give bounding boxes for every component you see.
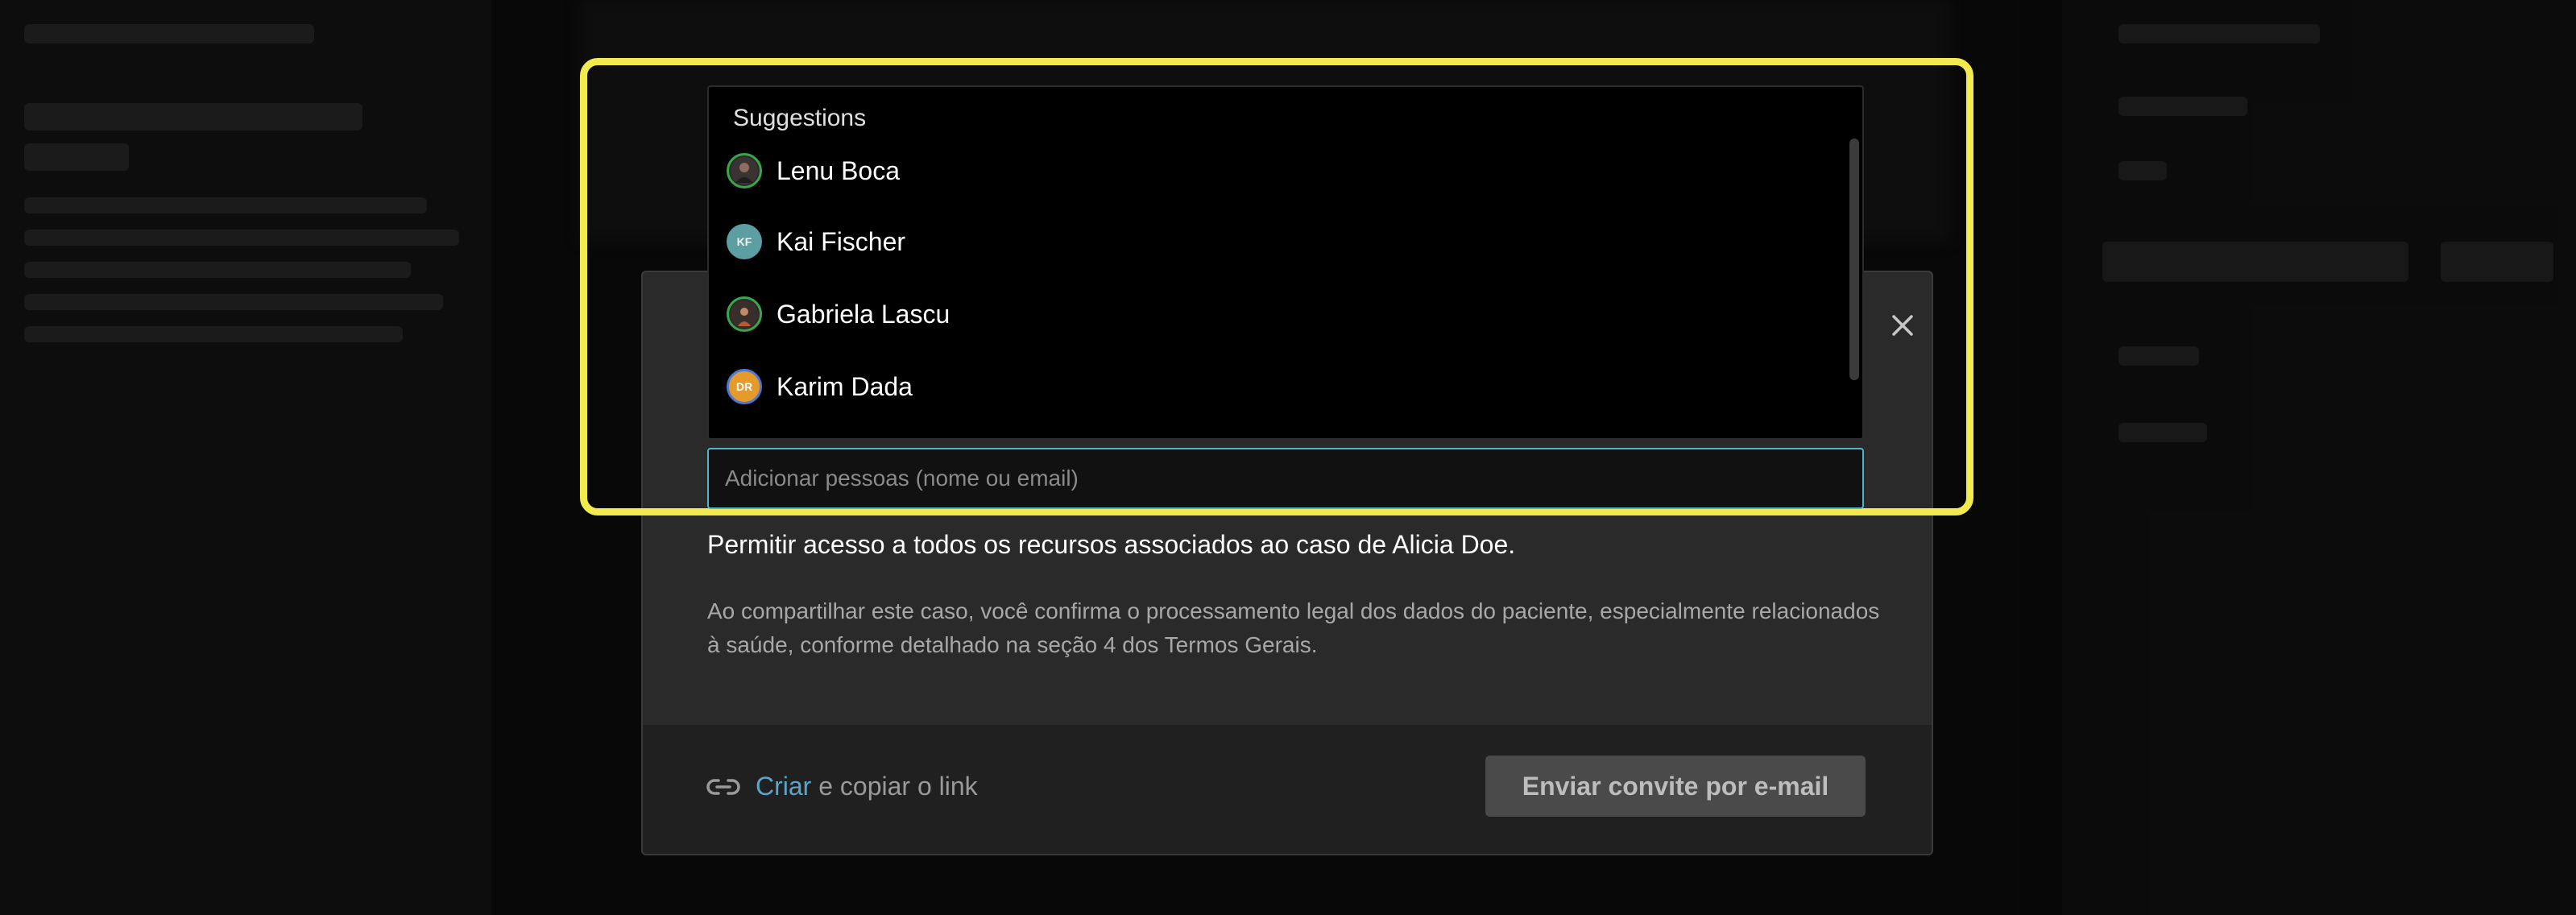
avatar: KF [727,224,762,259]
suggestion-name: Karim Dada [777,371,913,401]
avatar [727,296,762,332]
create-link-button[interactable]: Criar [756,772,811,801]
suggestions-dropdown: Suggestions Lenu Boca KF Kai Fischer Gab… [707,85,1864,440]
suggestion-name: Gabriela Lascu [777,299,950,329]
suggestion-item[interactable]: Gabriela Lascu [727,296,950,332]
suggestion-name: Kai Fischer [777,226,906,256]
link-icon [706,778,740,795]
avatar: DR [727,369,762,404]
suggestion-item[interactable]: KF Kai Fischer [727,224,905,259]
suggestion-item[interactable]: DR Karim Dada [727,369,913,404]
suggestions-title: Suggestions [733,105,867,131]
suggestion-item[interactable]: Lenu Boca [727,153,900,188]
create-link-row: Criar e copiar o link [706,772,978,801]
add-people-input[interactable] [707,448,1864,509]
modal-footer: Criar e copiar o link Enviar convite por… [643,725,1932,854]
suggestions-scrollbar[interactable] [1849,139,1859,380]
person-photo-icon [731,157,758,184]
suggestion-name: Lenu Boca [777,155,901,185]
access-description: Permitir acesso a todos os recursos asso… [707,530,1516,559]
legal-notice: Ao compartilhar este caso, você confirma… [707,598,1880,657]
copy-link-label: e copiar o link [818,772,978,801]
send-email-invite-button[interactable]: Enviar convite por e-mail [1485,756,1866,817]
person-photo-icon [731,300,758,328]
avatar [727,153,762,188]
